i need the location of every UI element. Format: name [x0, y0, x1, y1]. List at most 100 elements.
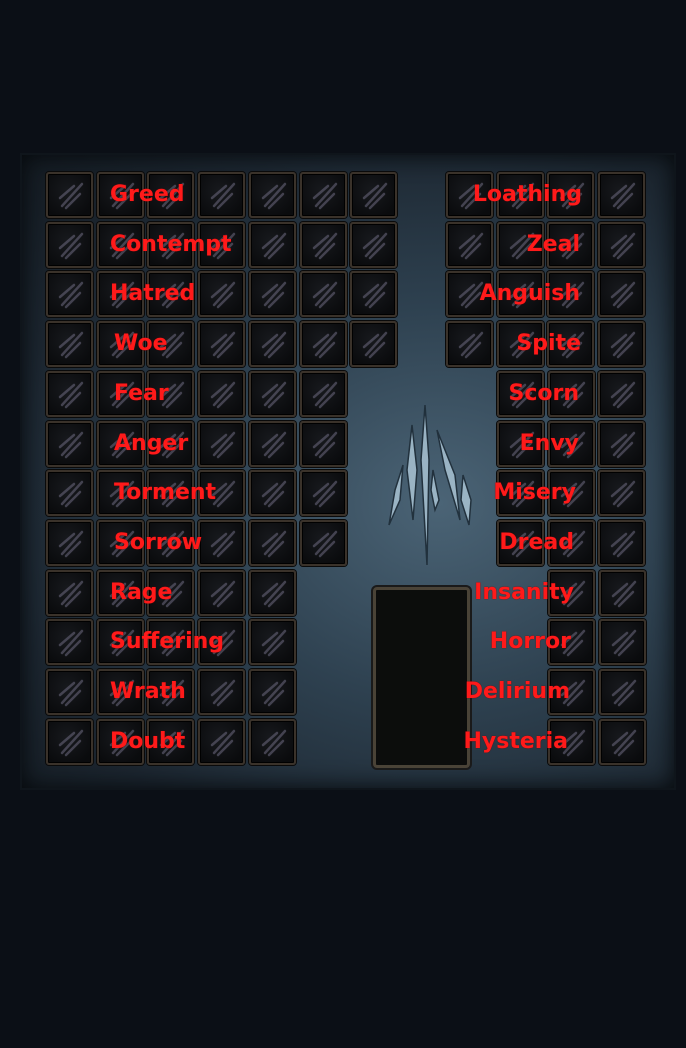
essence-slot[interactable] [198, 519, 246, 566]
essence-label: Anger [114, 430, 189, 456]
essence-slot[interactable] [299, 172, 347, 218]
essence-slot[interactable] [598, 519, 646, 566]
essence-slot[interactable] [198, 271, 246, 318]
essence-slot[interactable] [248, 619, 296, 666]
essence-slot[interactable] [198, 718, 246, 765]
essence-slot[interactable] [46, 519, 93, 566]
essence-label: Hysteria [463, 728, 568, 754]
essence-icon [58, 480, 84, 508]
essence-icon [261, 530, 287, 558]
essence-slot[interactable] [350, 172, 398, 218]
essence-slot[interactable] [198, 569, 246, 616]
essence-label: Anguish [479, 281, 580, 307]
essence-slot[interactable] [299, 519, 347, 566]
essence-slot[interactable] [46, 420, 93, 467]
essence-icon [261, 381, 287, 409]
essence-label: Dread [499, 529, 574, 555]
essence-slot[interactable] [598, 569, 646, 616]
essence-slot[interactable] [446, 221, 493, 268]
essence-slot[interactable] [46, 569, 93, 616]
essence-slot[interactable] [248, 172, 296, 218]
essence-icon [210, 580, 236, 607]
essence-slot[interactable] [248, 470, 296, 517]
essence-label: Zeal [526, 231, 580, 257]
essence-slot[interactable] [248, 420, 296, 467]
essence-slot[interactable] [598, 718, 646, 765]
essence-slot[interactable] [598, 321, 646, 368]
essence-slot[interactable] [350, 221, 398, 268]
essence-slot[interactable] [350, 321, 398, 368]
essence-slot[interactable] [198, 321, 246, 368]
essence-claw-icon [388, 404, 472, 566]
essence-icon [210, 729, 236, 756]
essence-slot[interactable] [299, 370, 347, 417]
essence-icon [611, 729, 636, 756]
essence-label: Horror [489, 629, 571, 655]
essence-icon [58, 431, 84, 458]
essence-slot[interactable] [598, 619, 646, 666]
essence-slot[interactable] [46, 669, 93, 715]
essence-icon [261, 480, 287, 508]
essence-icon [261, 182, 287, 210]
essence-slot[interactable] [248, 519, 296, 566]
essence-label: Fear [114, 380, 169, 406]
essence-slot[interactable] [248, 321, 296, 368]
essence-slot[interactable] [598, 669, 646, 715]
essence-slot[interactable] [198, 420, 246, 467]
essence-slot[interactable] [248, 370, 296, 417]
essence-icon [58, 282, 84, 309]
essence-slot[interactable] [299, 420, 347, 467]
essence-slot[interactable] [299, 221, 347, 268]
essence-slot[interactable] [198, 370, 246, 417]
essence-icon [58, 381, 84, 409]
essence-slot[interactable] [598, 221, 646, 268]
essence-slot[interactable] [46, 221, 93, 268]
essence-icon [610, 232, 636, 259]
essence-slot[interactable] [46, 172, 93, 218]
essence-icon [610, 282, 636, 309]
essence-icon [261, 282, 287, 309]
essence-slot[interactable] [299, 321, 347, 368]
essence-slot[interactable] [46, 271, 93, 318]
essence-slot[interactable] [299, 271, 347, 318]
essence-slot[interactable] [198, 172, 246, 218]
essence-label: Misery [493, 480, 576, 506]
essence-label: Hatred [110, 281, 196, 307]
essence-slot[interactable] [248, 669, 296, 715]
essence-slot[interactable] [598, 172, 646, 218]
essence-slot[interactable] [198, 669, 246, 715]
essence-slot[interactable] [46, 718, 93, 765]
essence-icon [312, 182, 337, 210]
essence-icon [312, 381, 337, 409]
essence-slot[interactable] [248, 271, 296, 318]
essence-slot[interactable] [248, 221, 296, 268]
essence-icon [210, 679, 236, 707]
essence-icon [58, 182, 84, 210]
essence-label: Suffering [110, 629, 225, 655]
essence-slot[interactable] [598, 420, 646, 467]
remnant-of-corruption-slot[interactable] [373, 587, 470, 768]
essence-slot[interactable] [248, 569, 296, 616]
essence-icon [210, 282, 236, 309]
essence-slot[interactable] [598, 271, 646, 318]
essence-slot[interactable] [46, 370, 93, 417]
essence-icon [610, 331, 636, 359]
essence-slot[interactable] [598, 370, 646, 417]
essence-label: Delirium [464, 679, 570, 704]
essence-icon [261, 729, 287, 756]
essence-slot[interactable] [350, 271, 398, 318]
essence-slot[interactable] [446, 321, 493, 368]
essence-slot[interactable] [248, 718, 296, 765]
essence-icon [261, 679, 287, 707]
essence-label: Woe [114, 331, 168, 357]
essence-slot[interactable] [46, 321, 93, 368]
essence-slot[interactable] [598, 470, 646, 517]
essence-icon [611, 580, 636, 607]
essence-icon [611, 381, 636, 409]
essence-slot[interactable] [46, 619, 93, 666]
essence-label: Rage [110, 579, 173, 605]
essence-slot[interactable] [46, 470, 93, 517]
essence-icon [362, 282, 388, 309]
essence-icon [611, 679, 636, 707]
essence-slot[interactable] [299, 470, 347, 517]
